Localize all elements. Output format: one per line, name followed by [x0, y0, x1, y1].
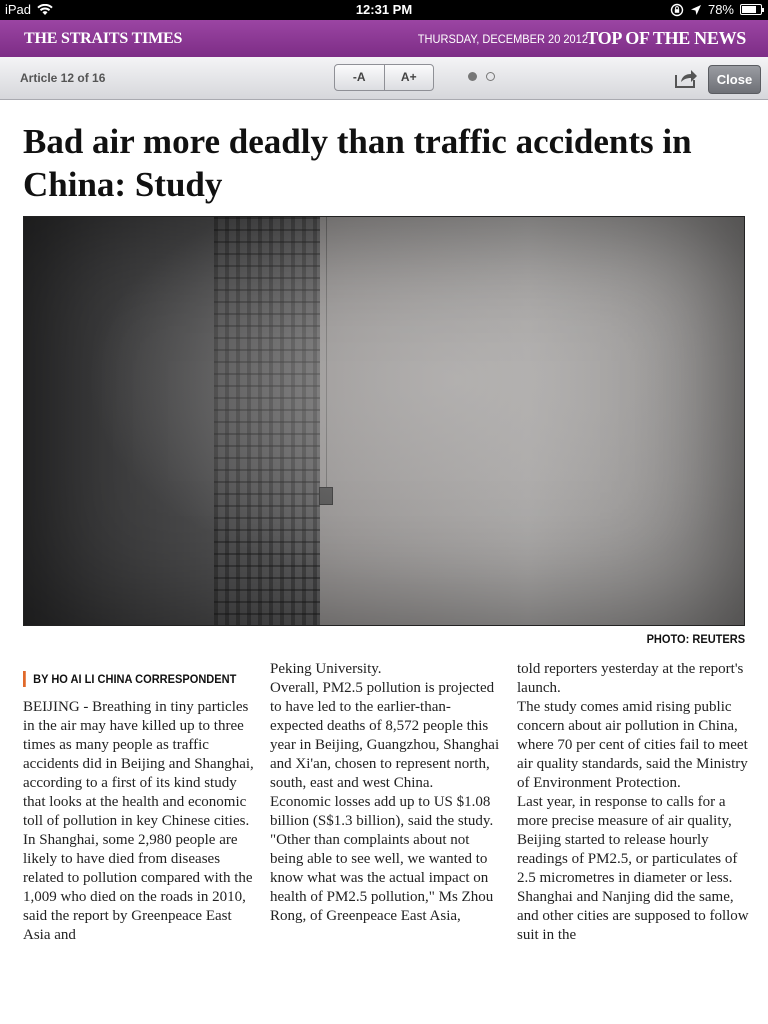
byline: BY HO AI LI CHINA CORRESPONDENT [23, 671, 236, 687]
article-column-1: BEIJING - Breathing in tiny particles in… [23, 699, 254, 943]
masthead: THE STRAITS TIMES THURSDAY, DECEMBER 20 … [0, 20, 768, 57]
location-arrow-icon [690, 4, 701, 15]
section-title: TOP OF THE NEWS [586, 28, 746, 48]
article-column-2: Peking University. Overall, PM2.5 pollut… [270, 661, 500, 924]
page-indicator-dot[interactable] [486, 72, 495, 81]
font-size-controls: -A A+ [334, 64, 434, 91]
photo-credit: PHOTO: REUTERS [646, 632, 745, 646]
close-button[interactable]: Close [708, 65, 761, 94]
publication-logo: THE STRAITS TIMES [24, 30, 183, 47]
article-headline: Bad air more deadly than traffic acciden… [23, 122, 692, 204]
battery-icon [740, 4, 764, 15]
share-icon[interactable] [674, 67, 698, 89]
issue-date: THURSDAY, DECEMBER 20 2012 [417, 32, 588, 46]
rotation-lock-icon [670, 3, 684, 16]
article-photo [23, 216, 745, 626]
status-right: 78% [670, 2, 764, 17]
article-column-3: told reporters yesterday at the report's… [517, 661, 749, 943]
article-toolbar: Article 12 of 16 -A A+ Close [0, 57, 768, 100]
clock: 12:31 PM [355, 2, 413, 17]
article-counter: Article 12 of 16 [20, 71, 106, 85]
photo-vignette [24, 217, 744, 625]
increase-font-button[interactable]: A+ [383, 65, 434, 90]
status-bar: iPad 12:31 PM 78% [0, 0, 768, 20]
decrease-font-button[interactable]: -A [335, 65, 384, 90]
page-indicator-dot-active[interactable] [468, 72, 477, 81]
battery-percent: 78% [707, 2, 734, 17]
